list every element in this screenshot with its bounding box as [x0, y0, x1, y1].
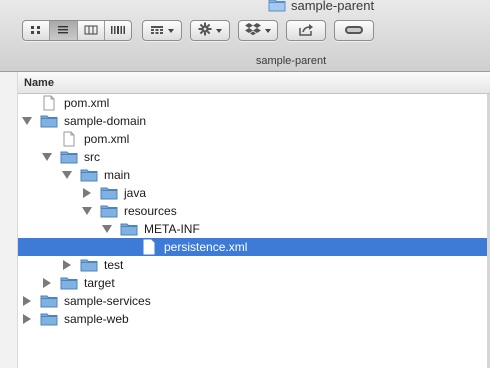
disclosure-closed-icon[interactable] [62, 260, 72, 270]
document-icon [60, 131, 78, 147]
item-label: persistence.xml [164, 240, 248, 254]
coverflow-view-button[interactable] [105, 21, 131, 40]
grid-icon [30, 24, 42, 38]
disclosure-open-icon[interactable] [22, 116, 32, 126]
folder-icon [40, 113, 58, 129]
item-label: src [84, 150, 100, 164]
list-item-folder[interactable]: test [0, 256, 490, 274]
disclosure-closed-icon[interactable] [22, 296, 32, 306]
coverflow-icon [110, 24, 126, 38]
disclosure-closed-icon[interactable] [42, 278, 52, 288]
window-title-text: sample-parent [291, 0, 375, 13]
chevron-down-icon [168, 28, 174, 33]
disclosure-open-icon[interactable] [102, 224, 112, 234]
gear-icon [198, 22, 212, 39]
list-item-folder[interactable]: sample-web [0, 310, 490, 328]
folder-icon [268, 0, 286, 15]
window-title: sample-parent [268, 0, 374, 14]
list-item-folder[interactable]: META-INF [0, 220, 490, 238]
folder-icon [60, 275, 78, 291]
disclosure-open-icon[interactable] [82, 206, 92, 216]
item-label: sample-web [64, 312, 129, 326]
list-item-folder[interactable]: src [0, 148, 490, 166]
disclosure-open-icon[interactable] [42, 152, 52, 162]
list-item-file[interactable]: persistence.xml [18, 238, 490, 256]
item-label: sample-domain [64, 114, 147, 128]
columns-icon [84, 24, 98, 38]
list-item-folder[interactable]: resources [0, 202, 490, 220]
column-header-name[interactable]: Name [18, 72, 490, 94]
folder-icon [60, 149, 78, 165]
chevron-down-icon [265, 28, 271, 33]
item-label: pom.xml [84, 132, 130, 146]
list-item-folder[interactable]: target [0, 274, 490, 292]
document-icon [140, 239, 158, 255]
folder-icon [100, 203, 118, 219]
view-mode-control [22, 20, 132, 41]
toggle-pill-icon [344, 24, 364, 38]
item-label: java [124, 186, 147, 200]
item-label: pom.xml [64, 96, 110, 110]
item-label: sample-services [64, 294, 151, 308]
list-icon [57, 24, 69, 38]
folder-icon [40, 311, 58, 327]
path-caption: sample-parent [255, 55, 327, 67]
item-label: main [104, 168, 131, 182]
column-view-button[interactable] [78, 21, 105, 40]
list-item-folder[interactable]: java [0, 184, 490, 202]
item-label: target [84, 276, 115, 290]
list-item-file[interactable]: pom.xml [0, 130, 490, 148]
disclosure-closed-icon[interactable] [22, 314, 32, 324]
list-view-button[interactable] [50, 21, 78, 40]
list-item-folder[interactable]: sample-domain [0, 112, 490, 130]
folder-icon [120, 221, 138, 237]
disclosure-open-icon[interactable] [62, 170, 72, 180]
toggle-button[interactable] [334, 20, 374, 41]
file-list: Name pom.xml sample-domain pom.xml src main j… [0, 72, 490, 368]
finder-toolbar: sample-parent sample-parent [0, 0, 490, 72]
arrange-grid-icon [150, 24, 164, 38]
item-label: resources [124, 204, 177, 218]
chevron-down-icon [216, 28, 222, 33]
item-label: META-INF [144, 222, 200, 236]
document-icon [40, 95, 58, 111]
action-button[interactable] [190, 20, 230, 41]
toolbar-caption: sample-parent [0, 55, 490, 67]
list-item-folder[interactable]: main [0, 166, 490, 184]
folder-icon [100, 185, 118, 201]
share-icon [298, 23, 314, 39]
icon-view-button[interactable] [23, 21, 51, 40]
list-item-file[interactable]: pom.xml [0, 94, 490, 112]
column-header-label: Name [24, 77, 54, 89]
folder-icon [40, 293, 58, 309]
disclosure-closed-icon[interactable] [82, 188, 92, 198]
item-label: test [104, 258, 124, 272]
dropbox-button[interactable] [238, 20, 278, 41]
list-item-folder[interactable]: sample-services [0, 292, 490, 310]
folder-icon [80, 167, 98, 183]
share-button[interactable] [286, 20, 326, 41]
arrange-button[interactable] [142, 20, 182, 41]
folder-icon [80, 257, 98, 273]
dropbox-icon [245, 22, 261, 39]
